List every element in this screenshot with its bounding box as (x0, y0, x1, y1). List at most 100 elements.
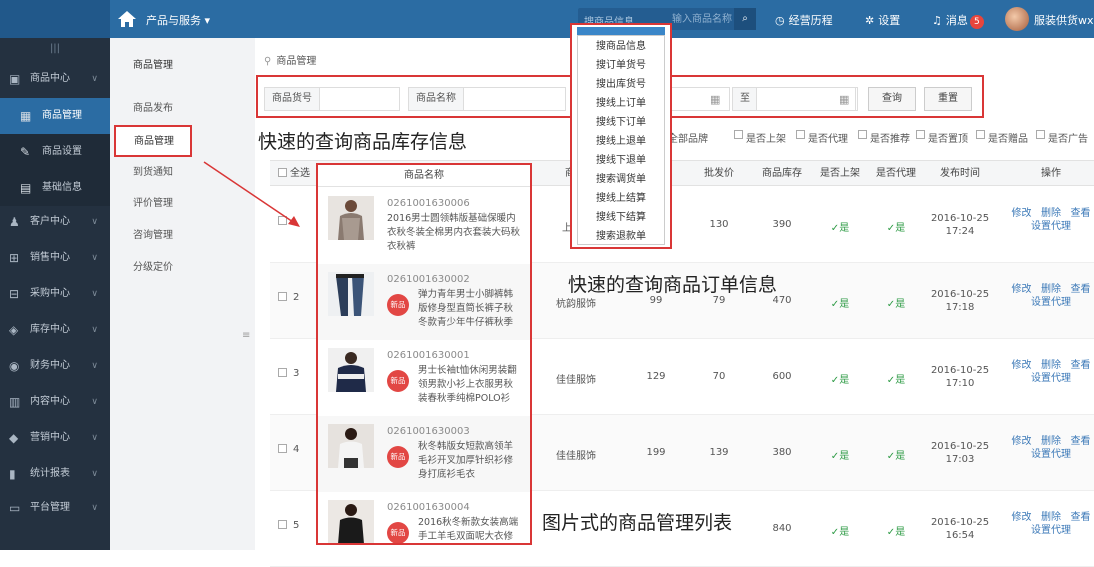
filter-recommended[interactable]: 是否推荐 (858, 130, 910, 145)
reset-button[interactable]: 重置 (924, 87, 972, 111)
row-checkbox[interactable] (278, 292, 290, 303)
set-agent-link[interactable]: 设置代理 (1031, 221, 1071, 232)
dropdown-option[interactable]: 搜线上结算 (578, 189, 664, 208)
product-thumbnail[interactable] (328, 272, 374, 316)
edit-link[interactable]: 修改 (1011, 360, 1031, 371)
search-button[interactable]: ⌕ (734, 8, 756, 30)
product-item[interactable]: 0261001630004 新品 2016秋冬新款女装高端手工羊毛双面呢大衣修 (318, 492, 530, 543)
user-name[interactable]: 服装供货wx (1034, 12, 1094, 28)
sidebar-item-content[interactable]: ▥ 内容中心 ∨ (0, 386, 110, 418)
subnav-resize-handle[interactable]: ≡ (242, 330, 254, 350)
subnav-item-product-manage[interactable]: 商品管理 (114, 125, 192, 157)
product-code-input[interactable] (323, 88, 397, 110)
subnav-item-arrival-notice[interactable]: 到货通知 (110, 158, 255, 188)
product-name-input[interactable] (465, 88, 563, 110)
edit-link[interactable]: 修改 (1011, 436, 1031, 447)
settings-link[interactable]: ✲ 设置 (865, 12, 900, 28)
sidebar-item-product-center[interactable]: ▣ 商品中心 ∨ (0, 63, 110, 95)
product-desc[interactable]: 2016秋冬新款女装高端手工羊毛双面呢大衣修 (418, 516, 522, 543)
dropdown-option[interactable]: 搜订单货号 (578, 56, 664, 75)
sidebar-item-finance[interactable]: ◉ 财务中心 ∨ (0, 350, 110, 382)
date-to-input[interactable] (757, 88, 835, 110)
delete-link[interactable]: 删除 (1041, 284, 1061, 295)
sidebar-item-platform[interactable]: ▭ 平台管理 ∨ (0, 492, 110, 524)
product-thumbnail[interactable] (328, 424, 374, 468)
edit-link[interactable]: 修改 (1011, 512, 1031, 523)
checkbox[interactable] (734, 130, 743, 139)
set-agent-link[interactable]: 设置代理 (1031, 449, 1071, 460)
checkbox[interactable] (916, 130, 925, 139)
product-desc[interactable]: 2016男士圆领韩版基础保暖内衣秋冬装全棉男内衣套装大码秋衣秋裤 (387, 212, 522, 254)
filter-agent[interactable]: 是否代理 (796, 130, 848, 145)
delete-link[interactable]: 删除 (1041, 360, 1061, 371)
subnav-item-reviews[interactable]: 评价管理 (110, 189, 255, 219)
checkbox[interactable] (278, 520, 287, 529)
product-services-menu[interactable]: 产品与服务 ▾ (146, 12, 210, 28)
checkbox[interactable] (976, 130, 985, 139)
subnav-item-tier-pricing[interactable]: 分级定价 (110, 253, 255, 283)
sidebar-sub-product-manage[interactable]: ▦ 商品管理 (0, 98, 110, 134)
sidebar-item-reports[interactable]: ▮ 统计报表 ∨ (0, 458, 110, 490)
dropdown-option[interactable]: 搜线上订单 (578, 94, 664, 113)
search-input[interactable] (672, 12, 732, 26)
product-desc[interactable]: 男士长袖t恤休闲男装翻领男款小衫上衣服男秋装春秋季纯棉POLO衫 (418, 364, 522, 406)
checkbox[interactable] (278, 216, 287, 225)
dropdown-option[interactable]: 搜线下结算 (578, 208, 664, 227)
filter-pinned[interactable]: 是否置顶 (916, 130, 968, 145)
dropdown-option[interactable]: 搜索退款单 (578, 227, 664, 246)
sidebar-item-purchase[interactable]: ⊟ 采购中心 ∨ (0, 278, 110, 310)
checkbox[interactable] (858, 130, 867, 139)
set-agent-link[interactable]: 设置代理 (1031, 525, 1071, 536)
sidebar-item-customer[interactable]: ♟ 客户中心 ∨ (0, 206, 110, 238)
set-agent-link[interactable]: 设置代理 (1031, 373, 1071, 384)
filter-ad[interactable]: 是否广告 (1036, 130, 1088, 145)
view-link[interactable]: 查看 (1071, 512, 1091, 523)
sidebar-sub-product-settings[interactable]: ✎ 商品设置 (0, 134, 110, 170)
row-checkbox[interactable] (278, 216, 290, 227)
product-desc[interactable]: 秋冬韩版女短款高领羊毛衫开叉加厚针织衫修身打底衫毛衣 (418, 440, 522, 482)
messages-link[interactable]: ♫ 消息 5 (932, 12, 984, 29)
dropdown-option[interactable]: 搜商品信息 (578, 37, 664, 56)
subnav-item-publish[interactable]: 商品发布 (110, 94, 255, 124)
product-desc[interactable]: 弹力青年男士小脚裤韩版修身型直筒长裤子秋冬款青少年牛仔裤秋季 (418, 288, 522, 330)
checkbox[interactable] (796, 130, 805, 139)
set-agent-link[interactable]: 设置代理 (1031, 297, 1071, 308)
filter-on-shelf[interactable]: 是否上架 (734, 130, 786, 145)
product-item[interactable]: 0261001630002 新品 弹力青年男士小脚裤韩版修身型直筒长裤子秋冬款青… (318, 264, 530, 340)
calendar-icon[interactable]: ▦ (839, 93, 849, 106)
dropdown-option[interactable]: 搜线下退单 (578, 151, 664, 170)
dropdown-option[interactable]: 搜线下订单 (578, 113, 664, 132)
product-thumbnail[interactable] (328, 348, 374, 392)
checkbox[interactable] (278, 168, 287, 177)
delete-link[interactable]: 删除 (1041, 436, 1061, 447)
sidebar-sub-basic-info[interactable]: ▤ 基础信息 (0, 170, 110, 206)
dropdown-option[interactable]: 搜出库货号 (578, 75, 664, 94)
product-item[interactable]: 0261001630003 新品 秋冬韩版女短款高领羊毛衫开叉加厚针织衫修身打底… (318, 416, 530, 492)
sidebar-item-sales[interactable]: ⊞ 销售中心 ∨ (0, 242, 110, 274)
sidebar-item-marketing[interactable]: ◆ 营销中心 ∨ (0, 422, 110, 454)
product-item[interactable]: 0261001630001 新品 男士长袖t恤休闲男装翻领男款小衫上衣服男秋装春… (318, 340, 530, 416)
product-thumbnail[interactable] (328, 500, 374, 543)
query-button[interactable]: 查询 (868, 87, 916, 111)
product-thumbnail[interactable] (328, 196, 374, 240)
checkbox[interactable] (1036, 130, 1045, 139)
subnav-item-inquiries[interactable]: 咨询管理 (110, 221, 255, 251)
view-link[interactable]: 查看 (1071, 284, 1091, 295)
edit-link[interactable]: 修改 (1011, 208, 1031, 219)
home-icon[interactable] (117, 9, 137, 29)
sidebar-item-inventory[interactable]: ◈ 库存中心 ∨ (0, 314, 110, 346)
dropdown-option[interactable]: 搜索调货单 (578, 170, 664, 189)
view-link[interactable]: 查看 (1071, 360, 1091, 371)
select-all[interactable]: 全选 (274, 161, 314, 187)
delete-link[interactable]: 删除 (1041, 208, 1061, 219)
checkbox[interactable] (278, 292, 287, 301)
sidebar-collapse-handle[interactable]: ||| (0, 38, 110, 60)
product-item[interactable]: 0261001630006 2016男士圆领韩版基础保暖内衣秋冬装全棉男内衣套装… (318, 188, 530, 264)
calendar-icon[interactable]: ▦ (710, 93, 720, 106)
view-link[interactable]: 查看 (1071, 208, 1091, 219)
edit-link[interactable]: 修改 (1011, 284, 1031, 295)
filter-gift[interactable]: 是否赠品 (976, 130, 1028, 145)
view-link[interactable]: 查看 (1071, 436, 1091, 447)
checkbox[interactable] (278, 444, 287, 453)
row-checkbox[interactable] (278, 520, 290, 531)
